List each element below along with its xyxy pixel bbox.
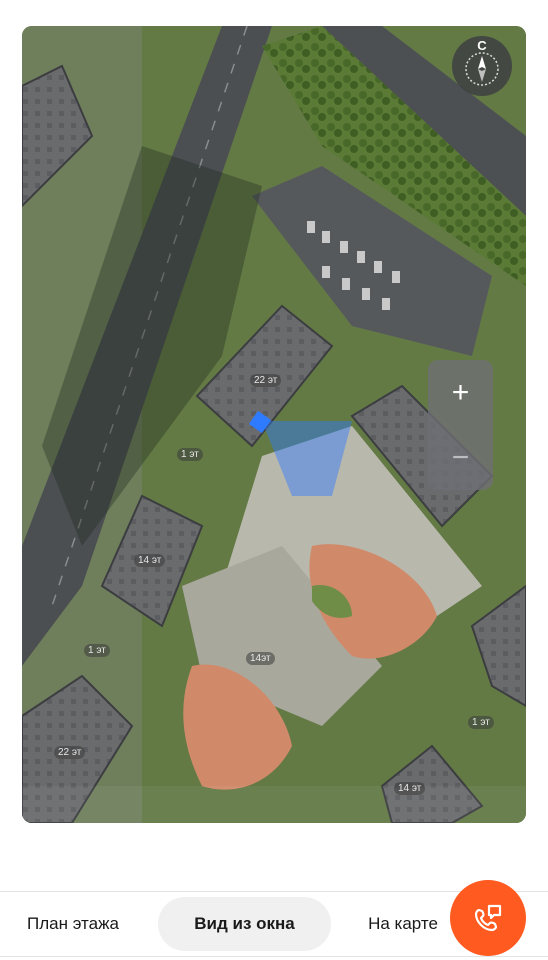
floor-label: 14эт xyxy=(246,652,275,665)
floor-label: 1 эт xyxy=(84,644,110,657)
floor-label: 22 эт xyxy=(54,746,86,759)
tab-floor-plan[interactable]: План этажа xyxy=(4,897,142,951)
compass-button[interactable]: С xyxy=(452,36,512,96)
call-button[interactable] xyxy=(450,880,526,956)
floor-label: 1 эт xyxy=(468,716,494,729)
tab-on-map[interactable]: На карте xyxy=(348,897,458,951)
zoom-control: + − xyxy=(428,360,493,490)
zoom-out-button[interactable]: − xyxy=(428,425,493,490)
floor-label: 1 эт xyxy=(177,448,203,461)
floor-label: 22 эт xyxy=(250,374,282,387)
tab-window-view[interactable]: Вид из окна xyxy=(158,897,331,951)
floor-label: 14 эт xyxy=(134,554,166,567)
zoom-in-button[interactable]: + xyxy=(428,360,493,425)
phone-chat-icon xyxy=(474,904,502,932)
floor-label: 14 эт xyxy=(394,782,426,795)
compass-icon xyxy=(465,52,499,86)
